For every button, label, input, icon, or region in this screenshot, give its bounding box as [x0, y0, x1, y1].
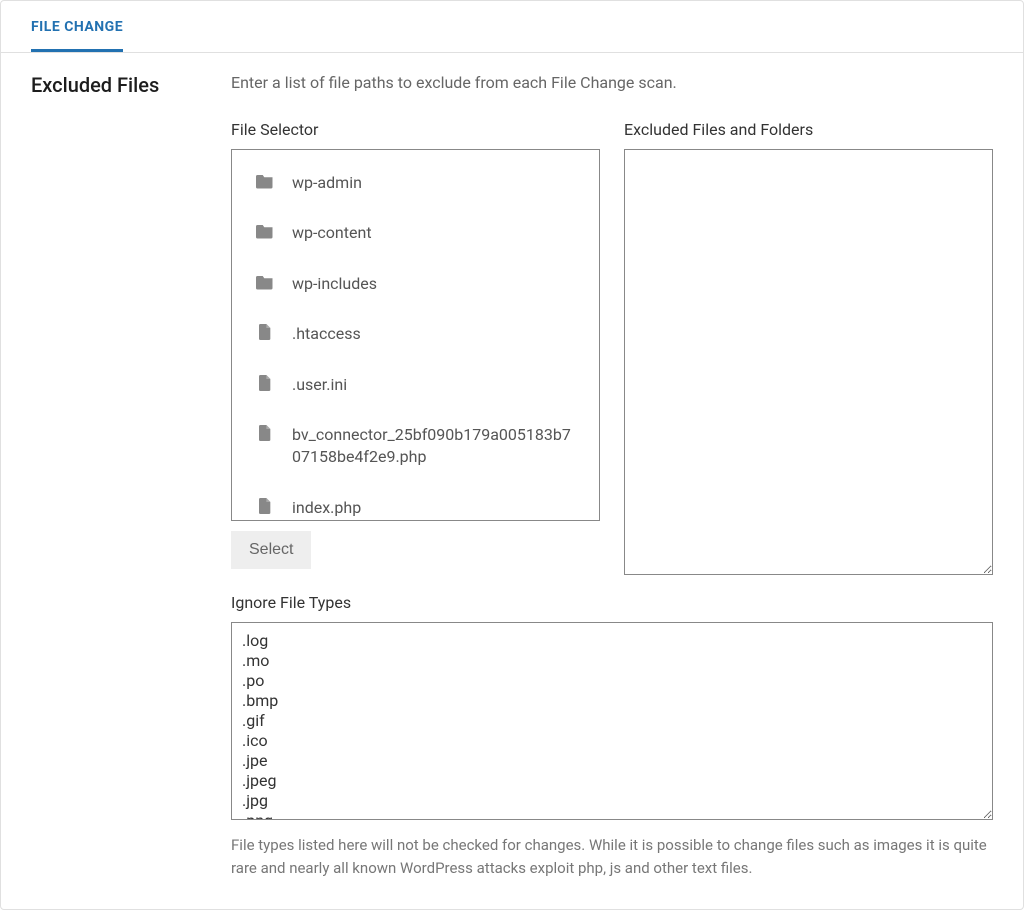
file-selector-list[interactable]: wp-admin wp-content wp-includes .htaccess .u…: [231, 149, 600, 521]
file-item-label: index.php: [292, 497, 361, 519]
file-item[interactable]: wp-content: [232, 208, 599, 258]
settings-panel: FILE CHANGE Excluded Files Enter a list …: [0, 0, 1024, 910]
file-icon: [256, 324, 276, 340]
ignore-label: Ignore File Types: [231, 593, 993, 612]
file-item[interactable]: wp-includes: [232, 259, 599, 309]
excluded-column: Excluded Files and Folders: [624, 120, 993, 575]
section-title: Excluded Files: [31, 73, 231, 97]
file-selector-column: File Selector wp-admin wp-content wp-inclu…: [231, 120, 600, 575]
file-item[interactable]: .user.ini: [232, 360, 599, 410]
folder-icon: [256, 274, 276, 290]
section-body: Enter a list of file paths to exclude fr…: [231, 73, 993, 879]
folder-icon: [256, 223, 276, 239]
ignore-textarea[interactable]: [231, 622, 993, 820]
excluded-textarea[interactable]: [624, 149, 993, 575]
file-item[interactable]: wp-admin: [232, 158, 599, 208]
file-selector-label: File Selector: [231, 120, 600, 139]
file-item-label: wp-content: [292, 222, 372, 244]
folder-icon: [256, 173, 276, 189]
file-icon: [256, 375, 276, 391]
excluded-label: Excluded Files and Folders: [624, 120, 993, 139]
file-item-label: .htaccess: [292, 323, 361, 345]
file-item[interactable]: bv_connector_25bf090b179a005183b707158be…: [232, 410, 599, 483]
file-item[interactable]: index.php: [232, 483, 599, 521]
file-icon: [256, 425, 276, 441]
ignore-help-text: File types listed here will not be check…: [231, 834, 993, 879]
file-item-label: bv_connector_25bf090b179a005183b707158be…: [292, 424, 575, 469]
file-item[interactable]: .htaccess: [232, 309, 599, 359]
content: Excluded Files Enter a list of file path…: [1, 53, 1023, 909]
tab-file-change[interactable]: FILE CHANGE: [31, 1, 123, 52]
ignore-section: Ignore File Types File types listed here…: [231, 593, 993, 879]
file-item-label: wp-includes: [292, 273, 377, 295]
file-item-label: .user.ini: [292, 374, 347, 396]
file-icon: [256, 498, 276, 514]
file-item-label: wp-admin: [292, 172, 362, 194]
section-description: Enter a list of file paths to exclude fr…: [231, 73, 993, 92]
tab-bar: FILE CHANGE: [1, 1, 1023, 53]
select-button[interactable]: Select: [231, 531, 311, 569]
section-header: Excluded Files: [31, 73, 231, 879]
selector-row: File Selector wp-admin wp-content wp-inclu…: [231, 120, 993, 575]
